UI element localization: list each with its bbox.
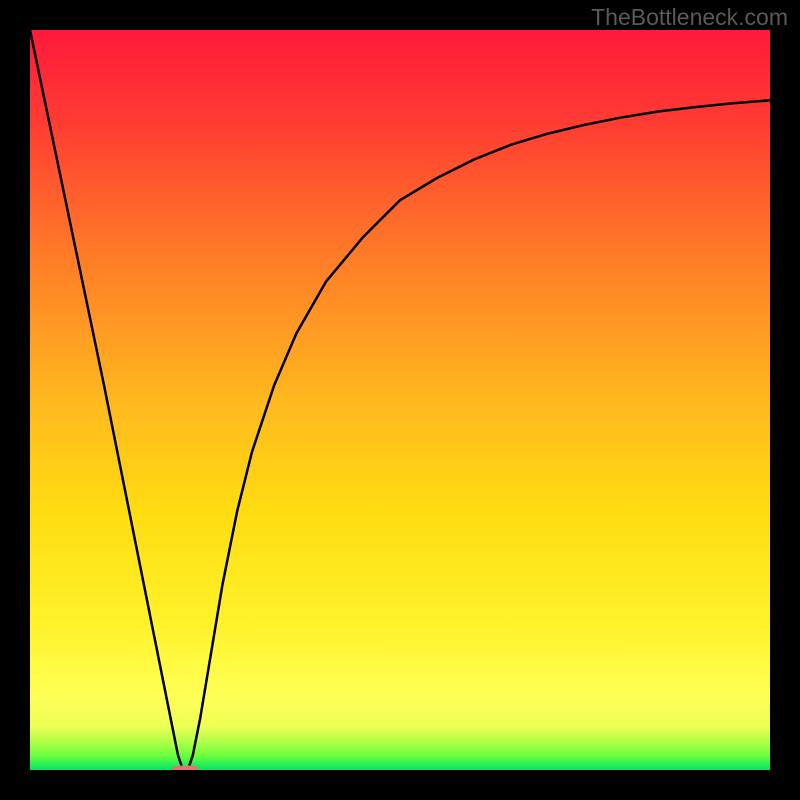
plot-area	[30, 30, 770, 770]
chart-container: TheBottleneck.com	[0, 0, 800, 800]
chart-svg	[30, 30, 770, 770]
gradient-background	[30, 30, 770, 770]
marker-optimal-marker	[172, 766, 198, 770]
watermark-text: TheBottleneck.com	[591, 4, 788, 31]
